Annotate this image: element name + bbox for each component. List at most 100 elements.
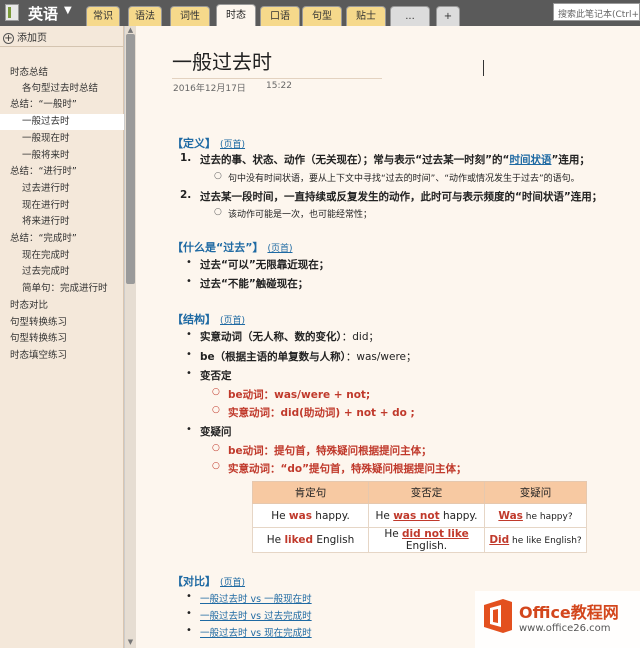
page-item[interactable]: 现在进行时 [0, 198, 124, 214]
page-item-selected[interactable]: 一般过去时 [0, 114, 124, 130]
section-structure-heading: 【结构】 (页首) [172, 311, 245, 327]
cell-highlight: liked [284, 534, 313, 546]
list-number: 2. [180, 189, 192, 201]
definition-text: 过去的事、状态、动作（无关现在）；常与表示“过去某一时刻”的“ [200, 154, 510, 166]
cell-text: He [384, 528, 403, 540]
definition-item-1: 过去的事、状态、动作（无关现在）；常与表示“过去某一时刻”的“时间状语”连用； [200, 152, 590, 167]
page-item[interactable]: 一般将来时 [0, 148, 124, 164]
heading-text: 【对比】 [172, 575, 216, 588]
page-item[interactable]: 总结：“一般时” [0, 97, 124, 113]
table-cell[interactable]: He was happy. [252, 503, 369, 528]
note-page[interactable]: 一般过去时 2016年12月17日 15:22 【定义】 (页首) 1. 过去的事… [136, 26, 640, 648]
scroll-up-icon[interactable]: ▲ [126, 26, 135, 34]
page-item[interactable]: 时态填空练习 [0, 348, 124, 364]
top-link[interactable]: (页首) [220, 578, 245, 588]
page-item[interactable]: 总结：“进行时” [0, 164, 124, 180]
page-item[interactable]: 现在完成时 [0, 248, 124, 264]
scroll-down-icon[interactable]: ▼ [126, 638, 135, 646]
table-cell[interactable]: Did he like English? [484, 527, 587, 553]
watermark-title: Office教程网 [519, 603, 619, 622]
page-time: 15:22 [266, 81, 292, 91]
site-watermark: Office教程网 www.office26.com [475, 591, 640, 648]
page-title[interactable]: 一般过去时 [172, 46, 272, 75]
structure-item: be（根据主语的单复数与人称）：was/were； [200, 349, 417, 364]
sub-bullet-icon: ○ [212, 387, 220, 397]
page-date: 2016年12月17日 [173, 84, 246, 94]
structure-value: ：did； [341, 331, 379, 343]
bullet-icon: • [186, 349, 192, 360]
page-item[interactable]: 句型转换练习 [0, 331, 124, 347]
bullet-icon: • [186, 591, 192, 602]
table-row: He liked English He did not like English… [252, 527, 587, 553]
tab-词性[interactable]: 词性 [170, 6, 210, 26]
time-adverbial-link[interactable]: 时间状语 [509, 154, 551, 166]
notebook-header-bar: 英语 ▼ 常识 语法 词性 时态 口语 句型 贴士 ... + 搜索此笔记本(C… [0, 0, 640, 26]
divider [0, 46, 124, 47]
cell-text: English [312, 534, 355, 546]
add-page-label: 添加页 [17, 33, 47, 44]
negation-rule: 实意动词：did(助动词) + not + do ; [228, 407, 415, 419]
tab-口语[interactable]: 口语 [260, 6, 300, 26]
example-table[interactable]: 肯定句 变否定 变疑问 He was happy. He was not hap… [252, 481, 587, 553]
page-item[interactable]: 一般现在时 [0, 131, 124, 147]
table-cell[interactable]: He did not like English. [368, 527, 485, 553]
chevron-down-icon[interactable]: ▼ [64, 5, 72, 16]
structure-item: 变疑问 [200, 426, 232, 438]
page-item[interactable]: 各句型过去时总结 [0, 81, 124, 97]
compare-link[interactable]: 一般过去时 vs 过去完成时 [200, 608, 312, 622]
tab-贴士[interactable]: 贴士 [346, 6, 386, 26]
structure-label: be（根据主语的单复数与人称） [200, 351, 346, 363]
tab-句型[interactable]: 句型 [302, 6, 342, 26]
cell-text: He [375, 509, 394, 522]
bullet-icon: • [186, 329, 192, 340]
cell-highlight: Was [498, 509, 523, 522]
scroll-thumb[interactable] [126, 34, 135, 284]
tab-语法[interactable]: 语法 [128, 6, 162, 26]
page-item[interactable]: 总结：“完成时” [0, 231, 124, 247]
table-header: 变疑问 [484, 481, 587, 504]
page-list-sidebar: + 添加页 时态总结 各句型过去时总结 总结：“一般时” 一般过去时 一般现在时 … [0, 26, 124, 648]
table-cell[interactable]: He was not happy. [368, 503, 485, 528]
question-rule: be动词：提句首，特殊疑问根据提问主体； [228, 445, 432, 457]
definition-item-2: 过去某一段时间，一直持续或反复发生的动作，此时可与表示频度的“时间状语”连用； [200, 191, 603, 203]
negation-rule: be动词：was/were + not; [228, 389, 371, 401]
page-item[interactable]: 简单句：完成进行时 [0, 281, 124, 297]
tab-常识[interactable]: 常识 [86, 6, 120, 26]
structure-label: 实意动词（无人称、数的变化） [200, 331, 342, 343]
section-compare-heading: 【对比】 (页首) [172, 573, 245, 589]
plus-icon: + [3, 33, 14, 44]
top-link[interactable]: (页首) [220, 316, 245, 326]
structure-item: 实意动词（无人称、数的变化）：did； [200, 329, 379, 344]
page-item[interactable]: 过去完成时 [0, 264, 124, 280]
add-section-button[interactable]: + [436, 6, 460, 26]
page-item[interactable]: 将来进行时 [0, 214, 124, 230]
compare-link[interactable]: 一般过去时 vs 一般现在时 [200, 591, 312, 605]
table-cell[interactable]: Was he happy? [484, 503, 587, 528]
cell-text: he like English? [509, 536, 582, 546]
search-input[interactable]: 搜索此笔记本(Ctrl+E) [553, 3, 640, 21]
heading-text: 【结构】 [172, 313, 216, 326]
office-logo-icon [484, 599, 512, 633]
what-past-item: 过去“不能”触碰现在； [200, 278, 309, 290]
tab-时态[interactable]: 时态 [216, 4, 256, 26]
page-item[interactable]: 时态对比 [0, 298, 124, 314]
heading-text: 【什么是“过去”】 [172, 241, 264, 254]
sub-bullet-icon: ○ [212, 405, 220, 415]
page-item[interactable]: 时态总结 [0, 65, 124, 81]
cell-highlight: was [288, 509, 312, 522]
notebook-icon[interactable] [5, 4, 19, 21]
list-number: 1. [180, 152, 192, 164]
bullet-icon: • [186, 257, 192, 268]
notebook-title[interactable]: 英语 [28, 3, 58, 24]
bullet-icon: • [186, 368, 192, 379]
page-item[interactable]: 句型转换练习 [0, 315, 124, 331]
page-list-scrollbar[interactable]: ▲ ▼ [124, 26, 136, 648]
compare-link[interactable]: 一般过去时 vs 现在完成时 [200, 625, 312, 639]
top-link[interactable]: (页首) [220, 140, 245, 150]
add-page-button[interactable]: + 添加页 [3, 29, 47, 44]
table-cell[interactable]: He liked English [252, 527, 369, 553]
question-rule: 实意动词：“do”提句首，特殊疑问根据提问主体； [228, 463, 467, 475]
tab-more[interactable]: ... [390, 6, 430, 26]
top-link[interactable]: (页首) [267, 244, 292, 254]
page-item[interactable]: 过去进行时 [0, 181, 124, 197]
